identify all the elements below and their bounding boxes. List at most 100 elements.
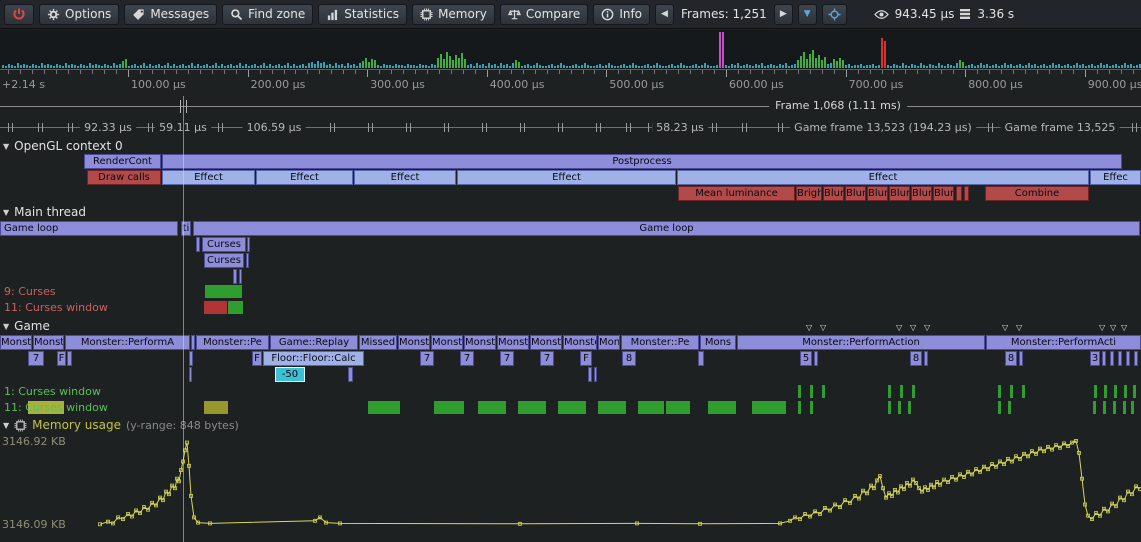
next-frame-button[interactable]: ▶ [774, 4, 793, 25]
frame-bar[interactable] [698, 66, 700, 68]
frame-bar[interactable] [704, 63, 706, 68]
zone[interactable] [191, 335, 195, 350]
zone-blur[interactable]: Blur [823, 186, 844, 201]
zone-8[interactable]: 8 [910, 351, 922, 366]
frame-bar[interactable] [776, 66, 778, 68]
frame-bar[interactable] [677, 65, 679, 68]
zone-blur[interactable]: Blur [933, 186, 954, 201]
zone-monster-performacti[interactable]: Monster::PerformActi [986, 335, 1141, 350]
frame-bar[interactable] [557, 65, 559, 68]
frame-bar[interactable] [911, 64, 913, 68]
frame-bar[interactable] [614, 66, 616, 68]
frame-bar[interactable] [761, 63, 763, 68]
frame-bar[interactable] [1082, 64, 1084, 68]
frame-bar[interactable] [998, 66, 1000, 68]
frame-time-histogram[interactable] [0, 30, 1141, 69]
frame-bar[interactable] [962, 62, 964, 68]
frame-bar[interactable] [203, 65, 205, 68]
frame-bar[interactable] [377, 65, 379, 68]
frame-bar[interactable] [836, 61, 838, 68]
frame-bar[interactable] [293, 64, 295, 68]
zone--50[interactable]: -50 [275, 367, 305, 382]
frame-bar[interactable] [302, 64, 304, 68]
zone-monste[interactable]: Monste [0, 335, 32, 350]
frame-bar[interactable] [104, 64, 106, 68]
frame-bar[interactable] [320, 63, 322, 68]
frame-bar[interactable] [788, 66, 790, 68]
plot-bar[interactable] [1008, 401, 1011, 414]
zone[interactable] [1118, 351, 1122, 366]
collapsed-zone-marker-icon[interactable]: ▽ [896, 324, 902, 332]
frame-bar[interactable] [1079, 65, 1081, 68]
collapsed-zone-marker-icon[interactable]: ▽ [806, 324, 812, 332]
frame-bar[interactable] [683, 65, 685, 68]
frame-bar[interactable] [191, 63, 193, 68]
power-button[interactable] [4, 4, 34, 25]
frame-bar[interactable] [500, 63, 502, 68]
frame-bar[interactable] [863, 66, 865, 68]
frame-bar[interactable] [77, 66, 79, 68]
info-button[interactable]: Info [593, 4, 650, 25]
frame-bar[interactable] [347, 63, 349, 68]
frame-bar[interactable] [728, 66, 730, 68]
collapsed-zone-marker-icon[interactable]: ▽ [1099, 324, 1105, 332]
frame-bar[interactable] [449, 56, 451, 68]
frame-bar[interactable] [125, 59, 127, 68]
frame-bar[interactable] [128, 66, 130, 68]
frame-bar[interactable] [932, 65, 934, 68]
frame-bar[interactable] [596, 65, 598, 68]
frame-bar[interactable] [740, 66, 742, 68]
frame-bar[interactable] [425, 65, 427, 68]
plot-bar[interactable] [228, 301, 243, 314]
frame-bar[interactable] [434, 65, 436, 68]
frame-bar[interactable] [491, 65, 493, 68]
zone-blur[interactable]: Blur [889, 186, 910, 201]
frame-bar[interactable] [1109, 66, 1111, 68]
frame-bar[interactable] [485, 66, 487, 68]
frame-bar[interactable] [35, 65, 37, 68]
frame-bar[interactable] [287, 63, 289, 68]
frame-bar[interactable] [908, 66, 910, 68]
frame-bar[interactable] [95, 64, 97, 68]
frame-bar[interactable] [737, 63, 739, 68]
plot-bar[interactable] [598, 401, 626, 414]
frame-bar[interactable] [473, 66, 475, 68]
frame-bar[interactable] [200, 66, 202, 68]
plot-bar[interactable] [912, 385, 915, 398]
frame-bar[interactable] [854, 65, 856, 68]
frame-bar[interactable] [656, 63, 658, 68]
frame-bar[interactable] [299, 65, 301, 68]
frame-bar[interactable] [569, 66, 571, 68]
frame-bar[interactable] [617, 66, 619, 68]
frame-bar[interactable] [935, 66, 937, 68]
zone[interactable] [1110, 351, 1114, 366]
zone[interactable] [246, 253, 249, 268]
frame-bar[interactable] [668, 65, 670, 68]
frame-bar[interactable] [44, 65, 46, 68]
frame-bar[interactable] [173, 64, 175, 68]
frame-bar[interactable] [659, 65, 661, 68]
frame-bar[interactable] [1094, 66, 1096, 68]
options-button[interactable]: Options [39, 4, 119, 25]
frame-bar[interactable] [644, 65, 646, 68]
zone[interactable] [239, 269, 242, 284]
frame-bar[interactable] [155, 65, 157, 68]
collapsed-zone-marker-icon[interactable]: ▽ [924, 324, 930, 332]
frame-bar[interactable] [878, 65, 880, 68]
frame-bar[interactable] [620, 65, 622, 68]
frame-bar[interactable] [416, 66, 418, 68]
frame-bar[interactable] [1070, 66, 1072, 68]
frame-bar[interactable] [83, 65, 85, 68]
frame-bar[interactable] [206, 64, 208, 68]
frame-bar[interactable] [749, 65, 751, 68]
frame-bar[interactable] [458, 58, 460, 68]
frame-bar[interactable] [866, 65, 868, 68]
frame-bar[interactable] [578, 66, 580, 68]
collapsed-zone-marker-icon[interactable]: ▽ [1121, 324, 1127, 332]
frame-bar[interactable] [1028, 63, 1030, 68]
zone-blur[interactable]: Blur [911, 186, 932, 201]
frame-bar[interactable] [1103, 65, 1105, 68]
frame-bar[interactable] [548, 65, 550, 68]
frame-bar[interactable] [5, 66, 7, 68]
frame-bar[interactable] [1031, 65, 1033, 68]
